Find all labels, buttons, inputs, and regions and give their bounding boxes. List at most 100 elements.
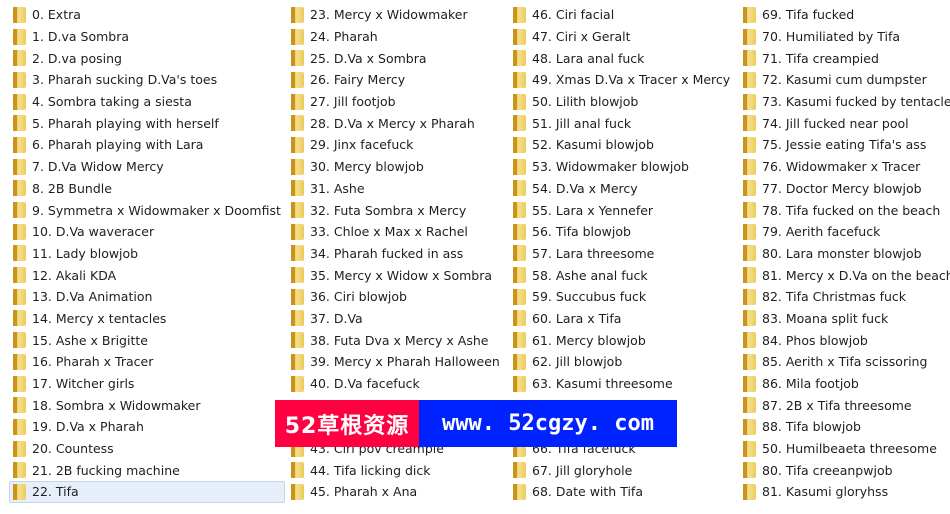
folder-item[interactable]: 14. Mercy x tentacles — [9, 308, 285, 330]
folder-item[interactable]: 49. Xmas D.Va x Tracer x Mercy — [509, 69, 734, 91]
folder-item[interactable]: 59. Succubus fuck — [509, 286, 734, 308]
folder-item[interactable]: 30. Mercy blowjob — [287, 156, 504, 178]
folder-name: 30. Mercy blowjob — [310, 159, 424, 175]
folder-item[interactable]: 8. 2B Bundle — [9, 178, 285, 200]
folder-item[interactable]: 20. Countess — [9, 438, 285, 460]
watermark-left: 52草根资源 — [275, 400, 419, 447]
folder-item[interactable]: 29. Jinx facefuck — [287, 134, 504, 156]
folder-item[interactable]: 9. Symmetra x Widowmaker x Doomfist — [9, 199, 285, 221]
folder-item[interactable]: 27. Jill footjob — [287, 91, 504, 113]
folder-item[interactable]: 51. Jill anal fuck — [509, 112, 734, 134]
folder-item[interactable]: 50. Lilith blowjob — [509, 91, 734, 113]
folder-item[interactable]: 63. Kasumi threesome — [509, 373, 734, 395]
folder-item[interactable]: 76. Widowmaker x Tracer — [739, 156, 950, 178]
folder-item[interactable]: 47. Ciri x Geralt — [509, 26, 734, 48]
folder-item[interactable]: 75. Jessie eating Tifa's ass — [739, 134, 950, 156]
folder-item[interactable]: 37. D.Va — [287, 308, 504, 330]
folder-item[interactable]: 81. Mercy x D.Va on the beach — [739, 264, 950, 286]
folder-item[interactable]: 18. Sombra x Widowmaker — [9, 394, 285, 416]
folder-item[interactable]: 0. Extra — [9, 4, 285, 26]
folder-item[interactable]: 23. Mercy x Widowmaker — [287, 4, 504, 26]
folder-item[interactable]: 21. 2B fucking machine — [9, 459, 285, 481]
folder-item[interactable]: 7. D.Va Widow Mercy — [9, 156, 285, 178]
folder-icon — [513, 71, 526, 88]
folder-item[interactable]: 28. D.Va x Mercy x Pharah — [287, 112, 504, 134]
folder-item[interactable]: 35. Mercy x Widow x Sombra — [287, 264, 504, 286]
folder-item[interactable]: 57. Lara threesome — [509, 243, 734, 265]
folder-item[interactable]: 3. Pharah sucking D.Va's toes — [9, 69, 285, 91]
folder-item[interactable]: 77. Doctor Mercy blowjob — [739, 178, 950, 200]
folder-item[interactable]: 45. Pharah x Ana — [287, 481, 504, 503]
folder-item[interactable]: 55. Lara x Yennefer — [509, 199, 734, 221]
folder-item[interactable]: 5. Pharah playing with herself — [9, 112, 285, 134]
folder-item[interactable]: 10. D.Va waveracer — [9, 221, 285, 243]
folder-item[interactable]: 80. Lara monster blowjob — [739, 243, 950, 265]
folder-item[interactable]: 1. D.va Sombra — [9, 26, 285, 48]
folder-item[interactable]: 62. Jill blowjob — [509, 351, 734, 373]
folder-name: 36. Ciri blowjob — [310, 289, 407, 305]
folder-item[interactable]: 31. Ashe — [287, 178, 504, 200]
folder-name: 46. Ciri facial — [532, 7, 615, 23]
folder-item[interactable]: 69. Tifa fucked — [739, 4, 950, 26]
folder-item[interactable]: 40. D.Va facefuck — [287, 373, 504, 395]
folder-item[interactable]: 52. Kasumi blowjob — [509, 134, 734, 156]
folder-item[interactable]: 16. Pharah x Tracer — [9, 351, 285, 373]
folder-item[interactable]: 17. Witcher girls — [9, 373, 285, 395]
folder-item[interactable]: 79. Aerith facefuck — [739, 221, 950, 243]
folder-item[interactable]: 48. Lara anal fuck — [509, 47, 734, 69]
folder-item[interactable]: 24. Pharah — [287, 26, 504, 48]
folder-name: 7. D.Va Widow Mercy — [32, 159, 164, 175]
folder-item[interactable]: 83. Moana split fuck — [739, 308, 950, 330]
folder-item[interactable]: 67. Jill gloryhole — [509, 459, 734, 481]
folder-item[interactable]: 25. D.Va x Sombra — [287, 47, 504, 69]
folder-item[interactable]: 85. Aerith x Tifa scissoring — [739, 351, 950, 373]
folder-item[interactable]: 61. Mercy blowjob — [509, 329, 734, 351]
folder-item[interactable]: 39. Mercy x Pharah Halloween — [287, 351, 504, 373]
folder-item[interactable]: 82. Tifa Christmas fuck — [739, 286, 950, 308]
folder-item[interactable]: 32. Futa Sombra x Mercy — [287, 199, 504, 221]
folder-item[interactable]: 4. Sombra taking a siesta — [9, 91, 285, 113]
folder-item[interactable]: 12. Akali KDA — [9, 264, 285, 286]
folder-item[interactable]: 19. D.Va x Pharah — [9, 416, 285, 438]
folder-item[interactable]: 26. Fairy Mercy — [287, 69, 504, 91]
folder-item[interactable]: 58. Ashe anal fuck — [509, 264, 734, 286]
folder-item[interactable]: 6. Pharah playing with Lara — [9, 134, 285, 156]
folder-item[interactable]: 73. Kasumi fucked by tentacles — [739, 91, 950, 113]
folder-item[interactable]: 74. Jill fucked near pool — [739, 112, 950, 134]
folder-icon — [13, 462, 26, 479]
folder-item[interactable]: 54. D.Va x Mercy — [509, 178, 734, 200]
folder-name: 27. Jill footjob — [310, 94, 396, 110]
folder-icon — [513, 50, 526, 67]
folder-item[interactable]: 88. Tifa blowjob — [739, 416, 950, 438]
folder-item[interactable]: 46. Ciri facial — [509, 4, 734, 26]
folder-item[interactable]: 84. Phos blowjob — [739, 329, 950, 351]
folder-item[interactable]: 36. Ciri blowjob — [287, 286, 504, 308]
folder-item[interactable]: 11. Lady blowjob — [9, 243, 285, 265]
folder-name: 5. Pharah playing with herself — [32, 115, 219, 131]
folder-item[interactable]: 81. Kasumi gloryhss — [739, 481, 950, 503]
folder-item[interactable]: 86. Mila footjob — [739, 373, 950, 395]
folder-item[interactable]: 38. Futa Dva x Mercy x Ashe — [287, 329, 504, 351]
folder-icon — [291, 6, 304, 23]
folder-item[interactable]: 80. Tifa creeanpwjob — [739, 459, 950, 481]
folder-item[interactable]: 2. D.va posing — [9, 47, 285, 69]
folder-item[interactable]: 50. Humilbeaeta threesome — [739, 438, 950, 460]
folder-item[interactable]: 60. Lara x Tifa — [509, 308, 734, 330]
folder-name: 26. Fairy Mercy — [310, 72, 406, 88]
folder-item[interactable]: 72. Kasumi cum dumpster — [739, 69, 950, 91]
folder-item[interactable]: 68. Date with Tifa — [509, 481, 734, 503]
folder-item[interactable]: 44. Tifa licking dick — [287, 459, 504, 481]
folder-item[interactable]: 33. Chloe x Max x Rachel — [287, 221, 504, 243]
folder-item[interactable]: 70. Humiliated by Tifa — [739, 26, 950, 48]
folder-item[interactable]: 22. Tifa — [9, 481, 285, 503]
folder-item[interactable]: 56. Tifa blowjob — [509, 221, 734, 243]
folder-icon — [13, 418, 26, 435]
folder-item[interactable]: 15. Ashe x Brigitte — [9, 329, 285, 351]
folder-item[interactable]: 78. Tifa fucked on the beach — [739, 199, 950, 221]
folder-name: 54. D.Va x Mercy — [532, 180, 638, 196]
folder-item[interactable]: 13. D.Va Animation — [9, 286, 285, 308]
folder-item[interactable]: 34. Pharah fucked in ass — [287, 243, 504, 265]
folder-item[interactable]: 71. Tifa creampied — [739, 47, 950, 69]
folder-item[interactable]: 87. 2B x Tifa threesome — [739, 394, 950, 416]
folder-item[interactable]: 53. Widowmaker blowjob — [509, 156, 734, 178]
